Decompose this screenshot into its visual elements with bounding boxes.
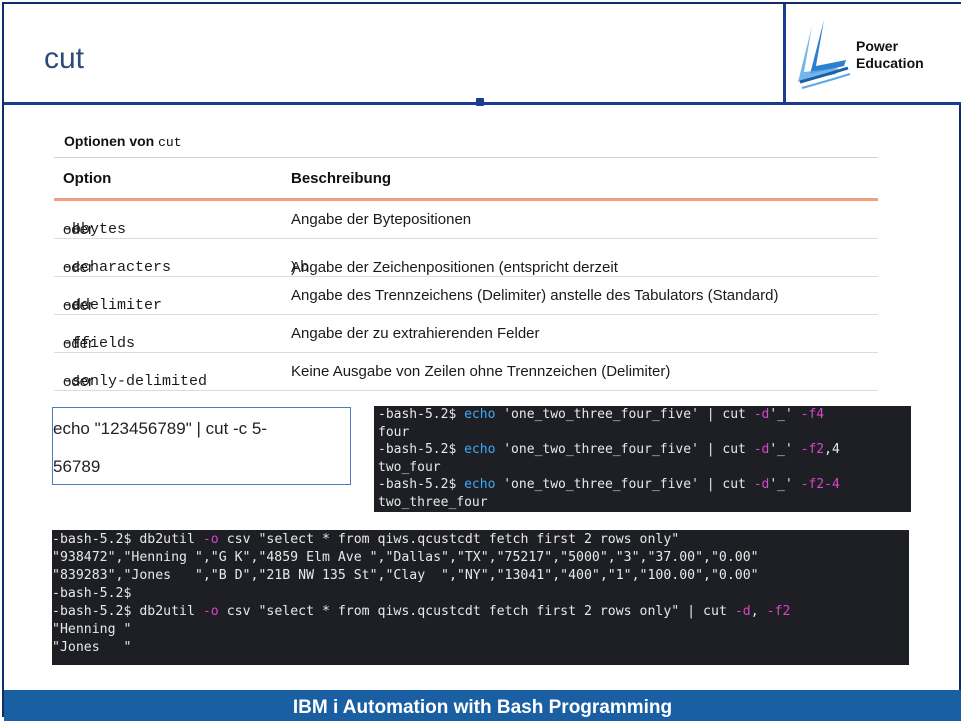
logo-line2: Education	[856, 55, 924, 71]
terminal-line: -bash-5.2$ echo 'one_two_three_four_five…	[378, 442, 840, 458]
logo-text: Power Education	[856, 38, 924, 72]
terminal-line: -bash-5.2$ echo 'one_two_three_four_five…	[378, 407, 825, 422]
logo: Power Education	[783, 4, 961, 102]
table-row: -f oder --fields Angabe der zu extrahier…	[54, 315, 878, 353]
description-cell: Angabe der Bytepositionen	[291, 211, 472, 228]
slide-header: cut Power Education	[4, 4, 961, 105]
description-cell: Angabe der zu extrahierenden Felder	[291, 325, 540, 342]
description-cell: Angabe des Trennzeichens (Delimiter) ans…	[291, 287, 779, 304]
table-header-row: Option Beschreibung	[54, 157, 878, 201]
description-text: Angabe der Zeichenpositionen (entspricht…	[291, 259, 618, 276]
terminal-output: four	[378, 424, 410, 440]
terminal-line: -bash-5.2$ db2util -o csv "select * from…	[52, 532, 680, 547]
terminal-output: "938472","Henning ","G K","4859 Elm Ave …	[52, 550, 759, 565]
option-long: --bytes	[63, 221, 127, 238]
table-row: -b oder --bytes Angabe der Bytepositione…	[54, 201, 878, 239]
header-marker	[476, 98, 484, 106]
terminal-line: -bash-5.2$ echo 'one_two_three_four_five…	[378, 477, 840, 493]
example-box: echo "123456789" | cut -c 5- 56789	[52, 407, 351, 485]
slide-title: cut	[44, 42, 85, 75]
description-cell: Keine Ausgabe von Zeilen ohne Trennzeich…	[291, 363, 671, 380]
table-row: -d oder --delimiter Angabe des Trennzeic…	[54, 277, 878, 315]
terminal-line: -bash-5.2$	[52, 586, 132, 601]
description-end: )	[291, 259, 296, 276]
caption-code: cut	[158, 135, 182, 150]
terminal-output: "839283","Jones ","B D","21B NW 135 St",…	[52, 568, 759, 583]
table-row: -c oder --characters Angabe der Zeichenp…	[54, 239, 878, 277]
terminal-db2util: -bash-5.2$ db2util -o csv "select * from…	[52, 530, 909, 665]
example-command: echo "123456789" | cut -c 5-	[53, 419, 268, 438]
header-description: Beschreibung	[291, 170, 392, 187]
table-row: -s oder --only-delimited Keine Ausgabe v…	[54, 353, 878, 391]
power-education-logo-icon	[798, 20, 851, 89]
slide-footer: IBM i Automation with Bash Programming	[4, 690, 961, 721]
option-long: --characters	[63, 259, 172, 276]
terminal-output: two_four	[378, 459, 441, 475]
terminal-echo-cut: -bash-5.2$ echo 'one_two_three_four_five…	[374, 406, 911, 512]
terminal-line: -bash-5.2$ db2util -o csv "select * from…	[52, 604, 791, 619]
caption-text: Optionen von	[64, 133, 159, 149]
logo-line1: Power	[856, 38, 899, 54]
option-long: --delimiter	[63, 297, 163, 314]
example-output: 56789	[53, 457, 101, 476]
terminal-output: "Henning "	[52, 622, 132, 637]
header-option: Option	[63, 170, 112, 187]
option-long: --fields	[63, 335, 136, 352]
terminal-output: two_three_four	[378, 494, 488, 510]
terminal-output: "Jones "	[52, 640, 132, 655]
option-long: --only-delimited	[63, 373, 208, 390]
table-caption: Optionen von cut	[64, 133, 182, 150]
options-table: Option Beschreibung -b oder --bytes Anga…	[54, 157, 878, 391]
footer-text: IBM i Automation with Bash Programming	[292, 697, 673, 718]
